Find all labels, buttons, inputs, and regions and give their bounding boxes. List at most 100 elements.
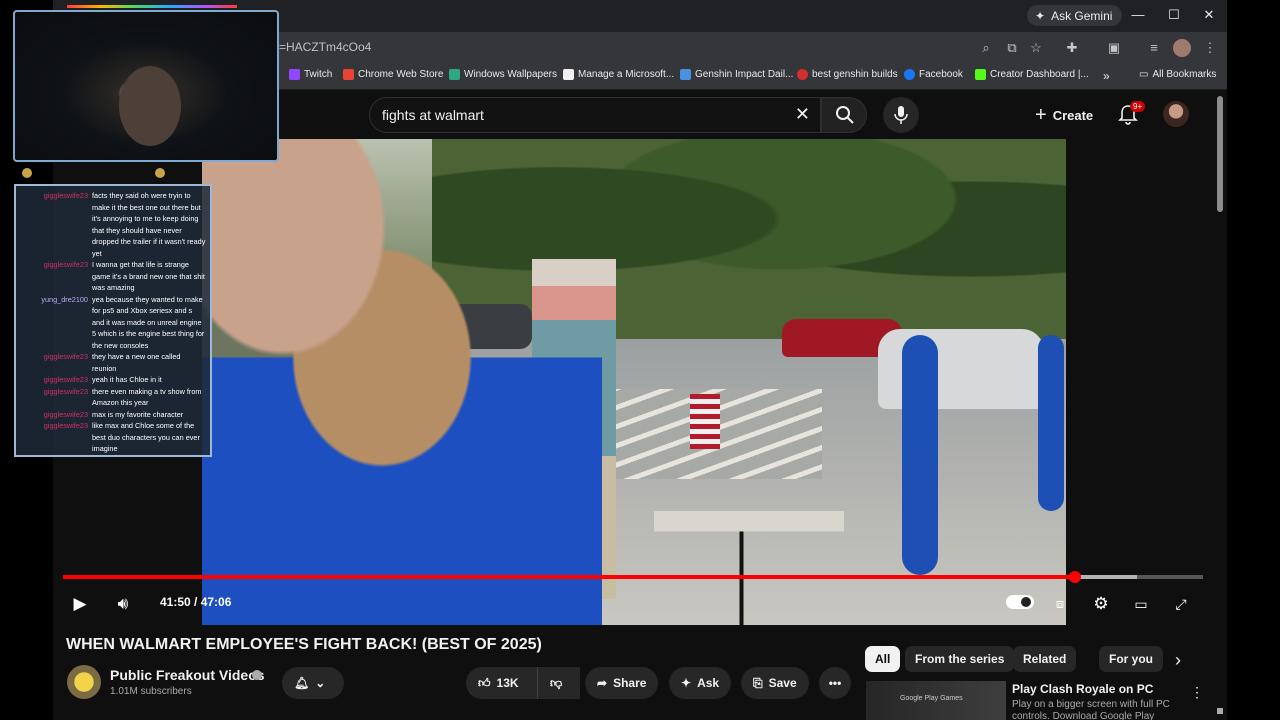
overlay-ornament-icon	[22, 168, 32, 178]
menu-icon[interactable]: ⋮	[1201, 39, 1219, 57]
video-flag	[690, 394, 720, 449]
filter-for-you[interactable]: For you	[1099, 646, 1163, 672]
streamer-face	[119, 66, 181, 146]
progress-played	[63, 575, 1076, 579]
chat-username: giggleswife23	[43, 352, 88, 361]
media-icon[interactable]: ≡	[1145, 39, 1163, 57]
chat-message: giggleswife23 like max and Chloe some of …	[20, 420, 206, 455]
ask-gemini-button[interactable]: ✦ Ask Gemini	[1027, 5, 1123, 26]
bookmark-facebook[interactable]: Facebook	[904, 69, 963, 80]
chat-username: giggleswife23	[43, 260, 88, 269]
theater-mode-icon[interactable]: ▭	[1129, 592, 1153, 616]
bookmark-creator-dashboard[interactable]: Creator Dashboard |...	[975, 69, 1089, 80]
bookmark-twitch[interactable]: Twitch	[289, 69, 332, 80]
scroll-down-icon[interactable]	[1217, 708, 1223, 714]
chat-message: giggleswife23 they have a new one called …	[20, 351, 206, 374]
store-icon	[343, 69, 354, 80]
chat-text: there even making a tv show from Amazon …	[92, 386, 202, 408]
chevron-right-icon[interactable]: ›	[1175, 650, 1181, 671]
bookmark-microsoft[interactable]: Manage a Microsoft...	[563, 69, 674, 80]
all-bookmarks[interactable]: ▭ All Bookmarks	[1139, 69, 1216, 80]
ask-gemini-label: Ask Gemini	[1051, 8, 1113, 23]
player-controls: ▶ 🔊︎ 41:50 / 47:06 ⧈ ⚙ ▭ ⤢	[53, 560, 1217, 626]
filter-from-the-series[interactable]: From the series	[905, 646, 1015, 672]
share-button[interactable]: ➦ Share	[585, 667, 659, 699]
clear-search-icon[interactable]: ✕	[795, 104, 810, 125]
maximize-icon[interactable]: ☐	[1159, 4, 1189, 26]
microphone-icon	[894, 106, 908, 124]
progress-scrubber[interactable]	[1069, 571, 1082, 583]
chat-message: giggleswife23 yeah it has Chloe in it	[20, 374, 206, 386]
chat-text: like max and Chloe some of the best duo …	[92, 421, 200, 453]
bookmark-genshin-daily[interactable]: Genshin Impact Dail...	[680, 69, 793, 80]
settings-gear-icon[interactable]: ⚙	[1089, 592, 1113, 616]
ask-label: Ask	[697, 676, 720, 690]
zoom-icon[interactable]: ⌕	[977, 39, 995, 57]
thumbs-up-icon: 👍︎	[478, 675, 491, 690]
thumb-label: Google Play Games	[900, 695, 963, 702]
time-display: 41:50 / 47:06	[160, 595, 232, 609]
autoplay-toggle[interactable]	[1006, 595, 1034, 609]
video-woman	[202, 139, 602, 625]
search-input[interactable]: fights at walmart ✕	[369, 97, 821, 133]
install-icon[interactable]: ⧉	[1003, 39, 1021, 57]
search-button[interactable]	[821, 97, 867, 133]
chat-text: I wanna get that life is strange game it…	[92, 260, 205, 292]
subscription-bell-button[interactable]: 🔔︎ ⌄	[282, 667, 344, 699]
create-label: Create	[1052, 107, 1094, 123]
minimize-icon[interactable]: —	[1123, 4, 1153, 26]
channel-avatar[interactable]	[67, 665, 101, 699]
address-bar[interactable]: =HACZTm4cOo4	[279, 40, 371, 54]
filter-all[interactable]: All	[865, 646, 901, 672]
recommendation-title[interactable]: Play Clash Royale on PC	[1012, 682, 1153, 696]
chevron-down-icon: ⌄	[315, 676, 326, 690]
close-window-icon[interactable]: ✕	[1194, 4, 1224, 26]
chat-message: giggleswife23 I wanna get that life is st…	[20, 259, 206, 294]
video-frame[interactable]	[202, 139, 1066, 625]
ask-button[interactable]: ✦ Ask	[669, 667, 732, 699]
screen: ✦ Ask Gemini — ☐ ✕ =HACZTm4cOo4 ⌕ ⧉ ☆ ✚ …	[0, 0, 1280, 720]
bookmark-star-icon[interactable]: ☆	[1027, 39, 1045, 57]
search-icon	[836, 106, 854, 124]
bookmark-chrome-web-store[interactable]: Chrome Web Store	[343, 69, 443, 80]
recommendation-thumbnail[interactable]: Google Play Games	[866, 681, 1006, 720]
extensions-icon[interactable]: ✚	[1063, 39, 1081, 57]
account-avatar[interactable]	[1163, 101, 1189, 127]
chat-message: giggleswife23 max is my favorite characte…	[20, 409, 206, 421]
active-tab-indicator[interactable]	[67, 5, 237, 8]
voice-search-button[interactable]	[883, 97, 919, 133]
fullscreen-icon[interactable]: ⤢	[1169, 592, 1193, 616]
notification-badge: 9+	[1130, 101, 1146, 112]
more-actions-button[interactable]: •••	[819, 667, 851, 699]
captions-icon[interactable]: ⧈	[1048, 592, 1072, 616]
create-button[interactable]: + Create	[1023, 99, 1105, 131]
play-icon[interactable]: ▶	[68, 592, 92, 616]
chat-username: giggleswife23	[43, 409, 88, 419]
more-vertical-icon[interactable]: ⋮	[1190, 684, 1204, 701]
page-scrollbar[interactable]	[1217, 96, 1223, 212]
overlay-ornament-icon	[155, 168, 165, 178]
microsoft-icon	[563, 69, 574, 80]
bookmark-windows-wallpapers[interactable]: Windows Wallpapers	[449, 69, 557, 80]
bookmark-genshin-builds[interactable]: best genshin builds	[797, 69, 898, 80]
chat-username: giggleswife23	[43, 191, 88, 200]
bell-icon: 🔔︎	[294, 676, 310, 690]
save-button[interactable]: ⎘ Save	[741, 667, 809, 699]
channel-name[interactable]: Public Freakout Videos	[110, 667, 265, 683]
profile-icon[interactable]	[1173, 39, 1191, 57]
volume-icon[interactable]: 🔊︎	[111, 592, 135, 616]
chat-message: giggleswife23 there even making a tv show…	[20, 386, 206, 409]
filter-related[interactable]: Related	[1013, 646, 1077, 672]
share-label: Share	[613, 676, 647, 690]
search-query: fights at walmart	[382, 107, 484, 123]
dislike-button[interactable]: 👎︎	[537, 667, 579, 699]
chat-text: yea because they wanted to make for ps5 …	[92, 294, 205, 350]
more-bookmarks-icon[interactable]: »	[1103, 69, 1110, 83]
cast-icon[interactable]: ▣	[1105, 39, 1123, 57]
chat-username: giggleswife23	[43, 386, 88, 396]
like-count: 13K	[496, 676, 519, 690]
thumbs-down-icon: 👎︎	[550, 675, 563, 690]
chat-text: facts they said oh were tryin to make it…	[92, 191, 206, 258]
chat-text: max is my favorite character	[92, 409, 184, 419]
builds-icon	[797, 69, 808, 80]
